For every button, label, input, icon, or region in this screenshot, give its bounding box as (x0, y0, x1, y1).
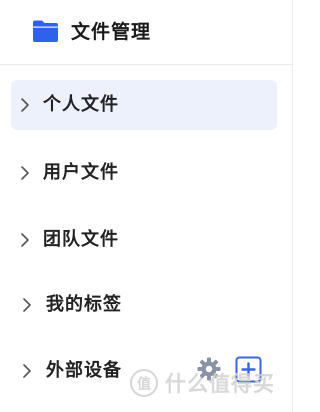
sidebar-item-user-files[interactable]: 用户文件 (11, 148, 277, 198)
sidebar-header: 文件管理 (0, 0, 292, 65)
watermark-logo: 值 (130, 369, 158, 397)
chevron-right-icon (23, 298, 31, 312)
sidebar-item-label: 团队文件 (43, 229, 119, 250)
sidebar-item-my-tags[interactable]: 我的标签 (11, 280, 277, 330)
page-title: 文件管理 (71, 21, 152, 43)
sidebar-item-team-files[interactable]: 团队文件 (11, 215, 277, 265)
sidebar-item-label: 用户文件 (43, 162, 119, 183)
watermark: 值 什么值得买 (129, 366, 275, 400)
chevron-right-icon (21, 98, 29, 112)
file-manager-sidebar: 文件管理 个人文件 用户文件 团队文件 我的标签 外部设备 值 什么值得买 (0, 0, 293, 412)
chevron-right-icon (21, 166, 29, 180)
sidebar-item-label: 个人文件 (43, 94, 119, 115)
sidebar-item-personal-files[interactable]: 个人文件 (11, 80, 277, 130)
watermark-text: 什么值得买 (165, 372, 275, 396)
chevron-right-icon (21, 233, 29, 247)
sidebar-item-label: 外部设备 (46, 360, 122, 381)
svg-text:值: 值 (137, 376, 151, 393)
folder-icon (33, 20, 58, 42)
chevron-right-icon (23, 364, 31, 378)
sidebar-item-label: 我的标签 (46, 294, 122, 315)
